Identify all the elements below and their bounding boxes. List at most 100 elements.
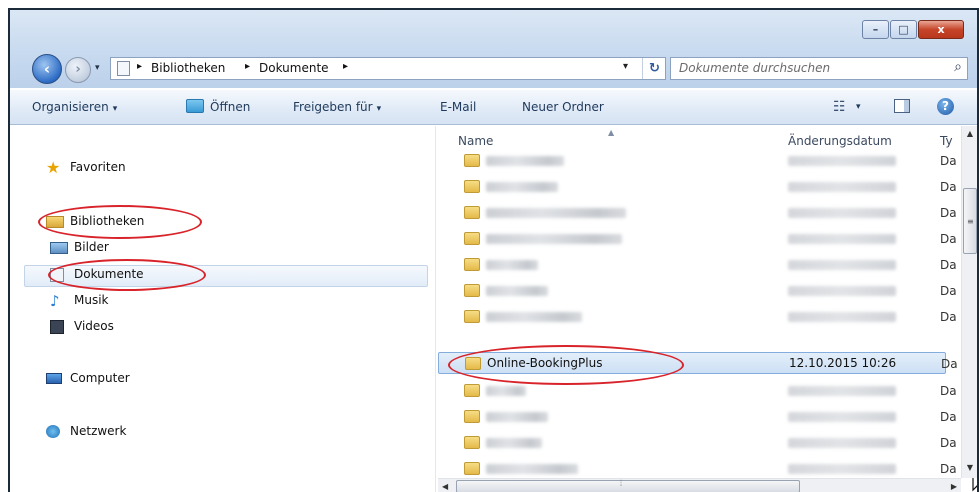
list-item[interactable]: Da bbox=[438, 432, 957, 454]
breadcrumb-dokumente[interactable]: Dokumente bbox=[259, 61, 329, 77]
annotation-ellipse-documents bbox=[48, 259, 206, 291]
blurred-date bbox=[788, 182, 896, 192]
grip-icon: ≡ bbox=[967, 217, 974, 226]
blurred-date bbox=[788, 260, 896, 270]
scroll-down-icon[interactable]: ▼ bbox=[962, 460, 977, 476]
list-item[interactable]: Da bbox=[438, 380, 957, 402]
minimize-icon: – bbox=[872, 23, 879, 36]
annotation-ellipse-selected-folder bbox=[448, 345, 684, 385]
address-dropdown-icon[interactable]: ▾ bbox=[623, 61, 628, 72]
close-icon: x bbox=[937, 23, 945, 36]
list-item[interactable]: Da bbox=[438, 228, 957, 250]
horizontal-scroll-thumb[interactable]: ⦙ bbox=[456, 479, 800, 492]
open-icon[interactable] bbox=[186, 99, 204, 113]
list-item[interactable]: Da bbox=[438, 306, 957, 328]
type-cell: Da bbox=[940, 384, 957, 398]
new-folder-button[interactable]: Neuer Ordner bbox=[522, 100, 604, 114]
horizontal-scrollbar[interactable]: ◀ ⦙ ▶ bbox=[438, 478, 961, 492]
share-label: Freigeben für bbox=[293, 100, 373, 114]
blurred-date bbox=[788, 156, 896, 166]
folder-icon bbox=[464, 180, 480, 193]
sidebar-item-label: Computer bbox=[70, 371, 130, 385]
vertical-scroll-thumb[interactable]: ≡ bbox=[963, 188, 977, 254]
breadcrumb-separator[interactable]: ▸ bbox=[343, 61, 348, 72]
search-icon[interactable]: ⌕ bbox=[954, 59, 962, 75]
folder-icon bbox=[464, 462, 480, 475]
back-button[interactable]: ‹ bbox=[32, 54, 62, 84]
blurred-name bbox=[486, 438, 542, 448]
blurred-date bbox=[788, 464, 896, 474]
top-edge bbox=[0, 0, 979, 6]
column-header-date[interactable]: Änderungsdatum bbox=[788, 134, 892, 148]
blurred-name bbox=[486, 182, 558, 192]
list-item[interactable]: Da bbox=[438, 176, 957, 198]
recent-pages-dropdown[interactable]: ▾ bbox=[95, 62, 107, 74]
column-header-type[interactable]: Ty bbox=[940, 134, 953, 148]
breadcrumb-separator[interactable]: ▸ bbox=[137, 61, 142, 72]
list-item[interactable]: Da bbox=[438, 254, 957, 276]
search-input[interactable]: Dokumente durchsuchen ⌕ bbox=[670, 57, 968, 80]
navigation-pane: ★ Favoriten Bibliotheken Bilder Dokument… bbox=[10, 126, 435, 492]
list-item[interactable]: Da bbox=[438, 280, 957, 302]
blurred-name bbox=[486, 156, 564, 166]
file-date: 12.10.2015 10:26 bbox=[789, 356, 897, 370]
organize-button[interactable]: Organisieren ▾ bbox=[32, 100, 117, 114]
blurred-date bbox=[788, 208, 896, 218]
computer-icon bbox=[46, 373, 62, 384]
help-icon[interactable]: ? bbox=[937, 98, 954, 115]
type-cell: Da bbox=[940, 258, 957, 272]
network-icon bbox=[46, 425, 60, 438]
folder-icon bbox=[464, 258, 480, 271]
type-cell: Da bbox=[940, 180, 957, 194]
music-icon: ♪ bbox=[50, 292, 60, 310]
folder-icon bbox=[464, 154, 480, 167]
minimize-button[interactable]: – bbox=[862, 20, 889, 39]
folder-icon bbox=[464, 232, 480, 245]
sort-ascending-icon: ▲ bbox=[608, 128, 615, 137]
blurred-date bbox=[788, 312, 896, 322]
videos-icon bbox=[50, 320, 64, 334]
scroll-right-icon[interactable]: ▶ bbox=[951, 479, 957, 492]
folder-icon bbox=[464, 310, 480, 323]
breadcrumb-separator[interactable]: ▸ bbox=[245, 61, 250, 72]
type-cell: Da bbox=[940, 206, 957, 220]
type-cell: Da bbox=[940, 410, 957, 424]
search-placeholder: Dokumente durchsuchen bbox=[679, 61, 831, 75]
refresh-icon[interactable]: ↻ bbox=[642, 58, 666, 79]
type-cell: Da bbox=[940, 232, 957, 246]
blurred-name bbox=[486, 412, 548, 422]
command-bar: Organisieren ▾ Öffnen Freigeben für ▾ E-Ma… bbox=[10, 90, 977, 125]
forward-button[interactable]: › bbox=[65, 57, 91, 83]
list-item[interactable]: Da bbox=[438, 458, 957, 480]
blurred-name bbox=[486, 312, 582, 322]
share-button[interactable]: Freigeben für ▾ bbox=[293, 100, 381, 114]
maximize-button[interactable]: □ bbox=[890, 20, 917, 39]
breadcrumb-bibliotheken[interactable]: Bibliotheken bbox=[151, 61, 225, 77]
blurred-name bbox=[486, 464, 578, 474]
address-bar[interactable]: ▸ Bibliotheken ▸ Dokumente ▸ ▾ ↻ bbox=[110, 57, 666, 80]
scroll-left-icon[interactable]: ◀ bbox=[442, 479, 448, 492]
organize-label: Organisieren bbox=[32, 100, 109, 114]
column-header-name[interactable]: Name bbox=[458, 134, 493, 148]
blurred-name bbox=[486, 260, 538, 270]
chevron-down-icon: ▾ bbox=[376, 104, 382, 114]
email-button[interactable]: E-Mail bbox=[440, 100, 476, 114]
sidebar-item-label: Musik bbox=[74, 293, 109, 307]
preview-pane-icon[interactable] bbox=[894, 99, 910, 113]
sidebar-item-label: Favoriten bbox=[70, 160, 126, 174]
chevron-down-icon[interactable]: ▾ bbox=[856, 102, 861, 112]
chevron-down-icon: ▾ bbox=[112, 104, 118, 114]
scroll-up-icon[interactable]: ▲ bbox=[962, 126, 977, 142]
folder-icon bbox=[464, 410, 480, 423]
view-options-icon[interactable]: ☷ bbox=[833, 99, 846, 115]
open-button[interactable]: Öffnen bbox=[210, 100, 250, 114]
star-icon: ★ bbox=[46, 158, 61, 177]
blurred-date bbox=[788, 286, 896, 296]
list-item[interactable]: Da bbox=[438, 202, 957, 224]
list-item[interactable]: Da bbox=[438, 406, 957, 428]
close-button[interactable]: x bbox=[918, 20, 964, 39]
blurred-name bbox=[486, 234, 622, 244]
list-item[interactable]: Da bbox=[438, 150, 957, 172]
type-cell: Da bbox=[941, 357, 958, 371]
vertical-scrollbar[interactable]: ▲ ≡ ▼ bbox=[961, 126, 977, 478]
